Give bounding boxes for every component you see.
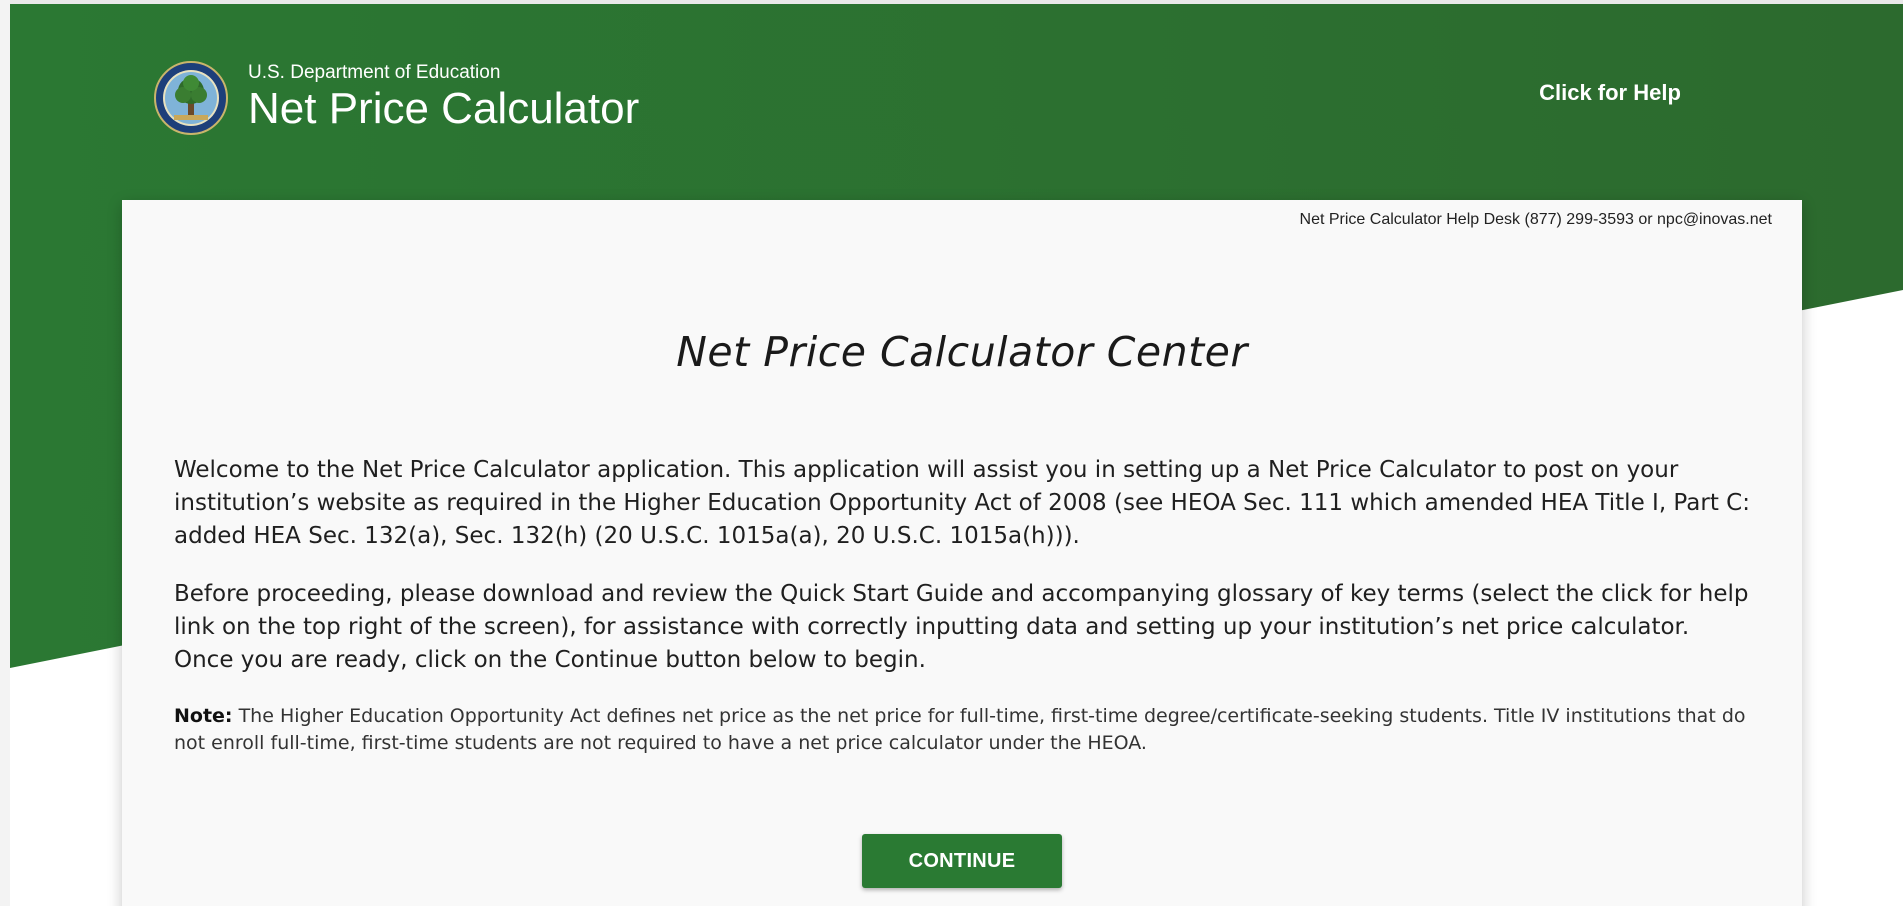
helpdesk-contact: Net Price Calculator Help Desk (877) 299… (1299, 211, 1772, 228)
app-title: Net Price Calculator (248, 84, 640, 133)
header-brand: U.S. Department of Education Net Price C… (154, 58, 639, 138)
page-title: Net Price Calculator Center (676, 328, 1248, 376)
intro-paragraph: Welcome to the Net Price Calculator appl… (174, 457, 1750, 549)
page: U.S. Department of Education Net Price C… (0, 0, 1903, 906)
window-left-edge (0, 0, 10, 906)
department-of-education-seal-icon (154, 61, 228, 135)
note-text: The Higher Education Opportunity Act def… (174, 705, 1746, 754)
note-paragraph: Note: The Higher Education Opportunity A… (174, 703, 1754, 757)
note-label: Note: (174, 705, 233, 727)
main-card: Net Price Calculator Help Desk (877) 299… (122, 200, 1802, 906)
instructions-paragraph: Before proceeding, please download and r… (174, 581, 1749, 673)
department-name: U.S. Department of Education (248, 62, 501, 83)
continue-button[interactable]: CONTINUE (862, 834, 1062, 888)
help-link[interactable]: Click for Help (1490, 80, 1730, 106)
